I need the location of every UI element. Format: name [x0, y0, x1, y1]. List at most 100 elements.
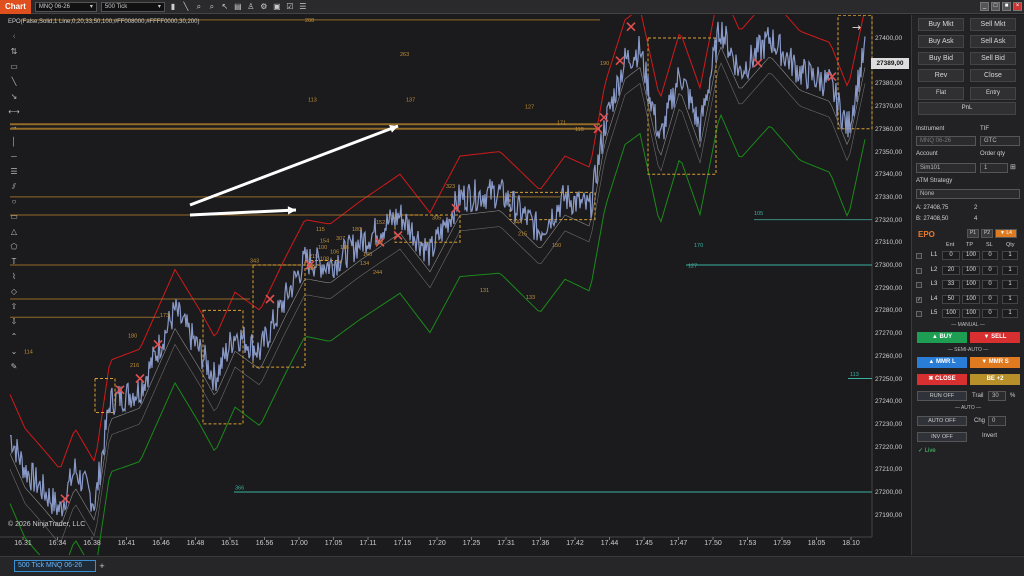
- rectangle-icon[interactable]: ▭: [7, 210, 21, 223]
- epo-level-select[interactable]: ▼ L4: [995, 229, 1017, 238]
- instrument-selector[interactable]: MNQ 06-26 ▾: [34, 1, 97, 12]
- breakeven-button[interactable]: BE +2: [970, 374, 1020, 385]
- order-qty-field[interactable]: 1: [980, 163, 1008, 173]
- level-entry-field[interactable]: 0: [942, 251, 960, 260]
- level-checkbox[interactable]: [916, 311, 922, 317]
- account-select[interactable]: Sim101: [916, 163, 976, 173]
- chart-tab[interactable]: Chart: [0, 0, 31, 14]
- level-sl-field[interactable]: 0: [982, 280, 998, 289]
- level-checkbox[interactable]: ✓: [916, 296, 922, 303]
- text-icon[interactable]: T: [7, 255, 21, 268]
- time-axis[interactable]: 16.31 16.34 16.38 16.41 16.46 16.48 16.51 16.56…: [0, 537, 872, 551]
- zoom-out-icon[interactable]: ⌕: [207, 2, 217, 12]
- buy-bid-button[interactable]: Buy Bid: [918, 52, 964, 65]
- chart-tab-mnq[interactable]: 500 Tick MNQ 06-26: [14, 560, 96, 572]
- level-entry-field[interactable]: 20: [942, 265, 960, 275]
- ray-icon[interactable]: ↘: [7, 90, 21, 103]
- pnl-button[interactable]: PnL: [918, 102, 1016, 115]
- sell-mkt-button[interactable]: Sell Mkt: [970, 18, 1016, 31]
- arrow-line-icon[interactable]: →: [7, 120, 21, 133]
- cursor-icon[interactable]: ↖: [220, 2, 230, 12]
- ruler-icon[interactable]: ᚲ: [7, 30, 21, 43]
- minimize-icon[interactable]: _: [980, 2, 989, 11]
- level-qty-field[interactable]: 1: [1002, 280, 1018, 289]
- sell-button[interactable]: ▼ SELL: [970, 332, 1020, 343]
- data-box-icon[interactable]: ▤: [233, 2, 243, 12]
- properties-icon[interactable]: ⚙: [259, 2, 269, 12]
- buy-mkt-button[interactable]: Buy Mkt: [918, 18, 964, 31]
- snapshot-icon[interactable]: ▣: [272, 2, 282, 12]
- line-icon[interactable]: ╲: [7, 75, 21, 88]
- close-position-button[interactable]: ✖ CLOSE: [917, 374, 967, 385]
- level-entry-field[interactable]: 100: [942, 309, 960, 318]
- close-icon[interactable]: ×: [1013, 2, 1022, 11]
- add-tab-icon[interactable]: +: [97, 560, 107, 572]
- level-entry-field[interactable]: 33: [942, 280, 960, 289]
- auto-off-button[interactable]: AUTO OFF: [917, 416, 967, 426]
- level-sl-field[interactable]: 0: [982, 294, 998, 304]
- level-tp-field[interactable]: 100: [962, 309, 980, 318]
- pencil-icon[interactable]: ✎: [7, 360, 21, 373]
- restore-icon[interactable]: □: [991, 2, 1000, 11]
- bar-type-icon[interactable]: ▮: [168, 2, 178, 12]
- level-qty-field[interactable]: 1: [1002, 251, 1018, 260]
- level-qty-field[interactable]: 1: [1002, 294, 1018, 304]
- level-sl-field[interactable]: 0: [982, 309, 998, 318]
- fibonacci-icon[interactable]: ☰: [7, 165, 21, 178]
- instrument-field[interactable]: MNQ 06-26: [916, 136, 976, 146]
- region-icon[interactable]: ▭: [7, 60, 21, 73]
- arrow-up-icon[interactable]: ⇧: [7, 300, 21, 313]
- level-sl-field[interactable]: 0: [982, 265, 998, 275]
- level-tp-field[interactable]: 100: [962, 265, 980, 275]
- maximize-icon[interactable]: ■: [1002, 2, 1011, 11]
- mmr-short-button[interactable]: ▼ MMR S: [970, 357, 1020, 368]
- vertical-line-icon[interactable]: │: [7, 135, 21, 148]
- entry-button[interactable]: Entry: [970, 87, 1016, 100]
- chevron-up-icon[interactable]: ⌃: [7, 330, 21, 343]
- channel-icon[interactable]: ⫽: [7, 180, 21, 193]
- horizontal-line-icon[interactable]: ─: [7, 150, 21, 163]
- level-tp-field[interactable]: 100: [962, 294, 980, 304]
- list-icon[interactable]: ☰: [298, 2, 308, 12]
- ellipse-icon[interactable]: ○: [7, 195, 21, 208]
- marker-icon[interactable]: ◇: [7, 285, 21, 298]
- period-selector[interactable]: 500 Tick ▾: [100, 1, 165, 12]
- chg-field[interactable]: 0: [988, 416, 1006, 426]
- epo-p1-button[interactable]: P1: [967, 229, 979, 238]
- polygon-icon[interactable]: ⬠: [7, 240, 21, 253]
- price-chart[interactable]: 208 263 113 137 127 171 115 323 305 115 307 142 140 1…: [0, 15, 900, 555]
- qty-grid-icon[interactable]: ⊞: [1010, 163, 1016, 171]
- extended-line-icon[interactable]: ⟷: [7, 105, 21, 118]
- draw-line-icon[interactable]: ╲: [181, 2, 191, 12]
- mmr-long-button[interactable]: ▲ MMR L: [917, 357, 967, 368]
- level-tp-field[interactable]: 100: [962, 280, 980, 289]
- epo-p2-button[interactable]: P2: [981, 229, 993, 238]
- path-icon[interactable]: ⌇: [7, 270, 21, 283]
- atm-strategy-select[interactable]: None: [916, 189, 1020, 199]
- rev-button[interactable]: Rev: [918, 69, 964, 82]
- run-off-button[interactable]: RUN OFF: [917, 391, 967, 401]
- scroll-right-icon[interactable]: →: [852, 21, 861, 34]
- level-checkbox[interactable]: [916, 267, 922, 274]
- risk-reward-icon[interactable]: ⇅: [7, 45, 21, 58]
- strategies-icon[interactable]: ♙: [246, 2, 256, 12]
- tif-select[interactable]: GTC: [980, 136, 1020, 146]
- level-entry-field[interactable]: 50: [942, 294, 960, 304]
- level-tp-field[interactable]: 100: [962, 251, 980, 260]
- level-qty-field[interactable]: 1: [1002, 265, 1018, 275]
- buy-button[interactable]: ▲ BUY: [917, 332, 967, 343]
- arrow-down-icon[interactable]: ⇩: [7, 315, 21, 328]
- level-qty-field[interactable]: 1: [1002, 309, 1018, 318]
- buy-ask-button[interactable]: Buy Ask: [918, 35, 964, 48]
- level-checkbox[interactable]: [916, 253, 922, 259]
- zoom-icon[interactable]: ⌕: [194, 2, 204, 12]
- chart-trader-icon[interactable]: ☑: [285, 2, 295, 12]
- flat-button[interactable]: Flat: [918, 87, 964, 100]
- sell-bid-button[interactable]: Sell Bid: [970, 52, 1016, 65]
- level-sl-field[interactable]: 0: [982, 251, 998, 260]
- level-checkbox[interactable]: [916, 282, 922, 288]
- trail-field[interactable]: 30: [988, 391, 1006, 401]
- triangle-icon[interactable]: △: [7, 225, 21, 238]
- close-button[interactable]: Close: [970, 69, 1016, 82]
- inv-off-button[interactable]: INV OFF: [917, 432, 967, 442]
